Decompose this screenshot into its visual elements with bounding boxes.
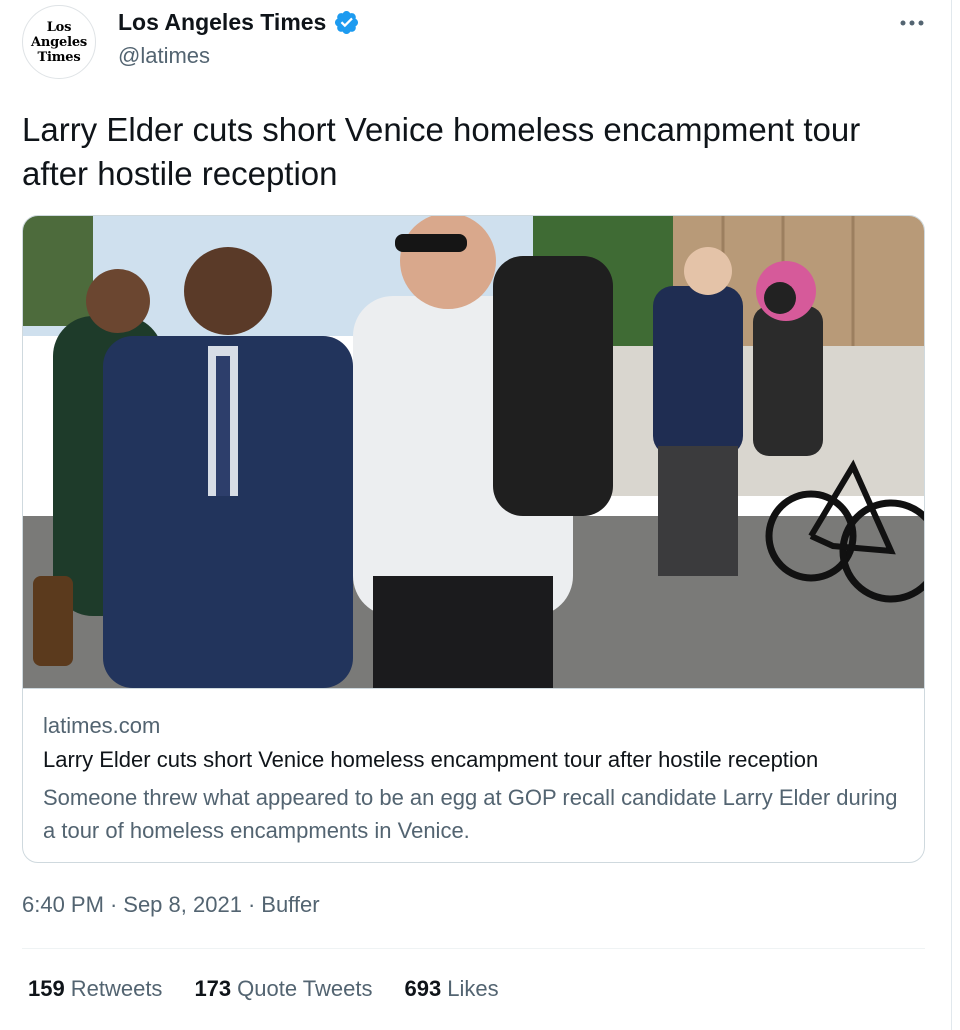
tweet-header: Los Angeles Times Los Angeles Times @lat… — [22, 5, 927, 81]
tweet-text: Larry Elder cuts short Venice homeless e… — [22, 111, 861, 192]
card-domain: latimes.com — [43, 713, 161, 738]
retweets-label: Retweets — [70, 976, 163, 1001]
card-description: Someone threw what appeared to be an egg… — [43, 785, 898, 843]
more-options-icon[interactable] — [897, 11, 927, 35]
likes-label: Likes — [447, 976, 499, 1001]
retweets-stat[interactable]: 159 Retweets — [28, 976, 162, 1002]
tweet-stats: 159 Retweets 173 Quote Tweets 693 Likes — [28, 976, 531, 1002]
quote-tweets-stat[interactable]: 173 Quote Tweets — [194, 976, 372, 1002]
card-image[interactable] — [23, 216, 924, 688]
tweet-time[interactable]: 6:40 PM — [22, 892, 104, 918]
right-border — [951, 0, 952, 1030]
avatar-logo: Los Angeles Times — [30, 19, 88, 65]
tweet-source[interactable]: Buffer — [261, 892, 319, 918]
tweet-date[interactable]: Sep 8, 2021 — [123, 892, 242, 918]
quote-tweets-count: 173 — [194, 976, 232, 1001]
likes-count: 693 — [404, 976, 442, 1001]
retweets-count: 159 — [28, 976, 65, 1001]
likes-stat[interactable]: 693 Likes — [405, 976, 499, 1002]
separator-dot: · — [109, 892, 118, 917]
link-card[interactable]: latimes.com Larry Elder cuts short Venic… — [22, 215, 925, 863]
divider — [22, 948, 925, 949]
tweet-meta: 6:40 PM · Sep 8, 2021 · Buffer — [22, 892, 320, 918]
card-meta: latimes.com Larry Elder cuts short Venic… — [23, 688, 924, 862]
display-name[interactable]: Los Angeles Times — [118, 9, 326, 36]
verified-badge-icon — [335, 10, 359, 35]
user-handle[interactable]: @latimes — [118, 43, 210, 69]
separator-dot: · — [247, 892, 256, 917]
author-name-row: Los Angeles Times — [118, 9, 360, 36]
avatar[interactable]: Los Angeles Times — [22, 5, 96, 79]
card-title[interactable]: Larry Elder cuts short Venice homeless e… — [43, 747, 818, 773]
quote-tweets-label: Quote Tweets — [237, 976, 373, 1001]
